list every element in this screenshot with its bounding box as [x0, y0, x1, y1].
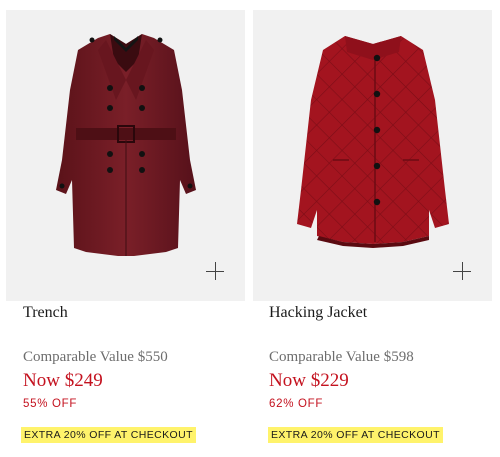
discount-percent: 62% OFF — [269, 398, 324, 410]
product-card-hacking-jacket[interactable] — [253, 10, 492, 301]
add-to-bag-plus-icon[interactable] — [452, 261, 472, 281]
trench-coat-image — [56, 34, 196, 256]
promo-badge: EXTRA 20% OFF AT CHECKOUT — [268, 427, 443, 443]
promo-badge: EXTRA 20% OFF AT CHECKOUT — [21, 427, 196, 443]
now-price: Now $249 — [23, 370, 103, 391]
add-to-bag-plus-icon[interactable] — [205, 261, 225, 281]
comparable-value: Comparable Value $550 — [23, 349, 168, 365]
product-image-tile[interactable] — [6, 10, 245, 301]
product-card-trench[interactable] — [6, 10, 245, 301]
product-name[interactable]: Hacking Jacket — [269, 304, 367, 322]
product-image-tile[interactable] — [253, 10, 492, 301]
product-grid: Trench Comparable Value $550 Now $249 55… — [0, 0, 500, 457]
product-name[interactable]: Trench — [23, 304, 68, 322]
discount-percent: 55% OFF — [23, 398, 78, 410]
now-price: Now $229 — [269, 370, 349, 391]
comparable-value: Comparable Value $598 — [269, 349, 414, 365]
quilted-jacket-image — [297, 36, 449, 248]
